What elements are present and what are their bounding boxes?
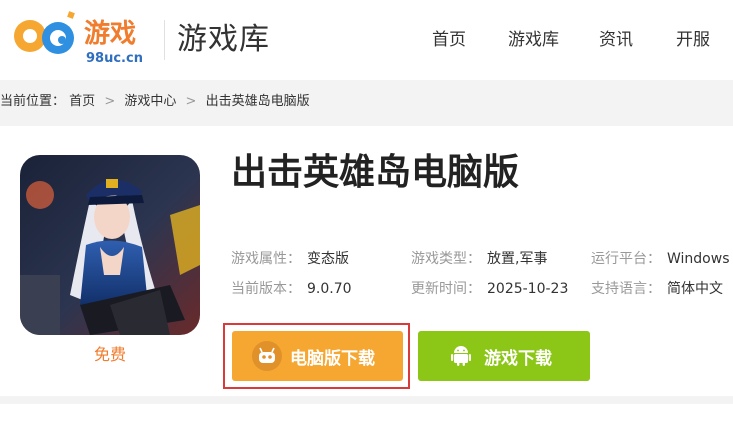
logo-text: 游戏 (84, 19, 136, 49)
info-attribute-label: 游戏属性： (231, 251, 301, 267)
info-update-value: 2025-10-23 (487, 281, 569, 297)
breadcrumb-game-center[interactable]: 游戏中心 (124, 92, 176, 112)
info-language-label: 支持语言： (591, 281, 661, 297)
info-platform: 运行平台： Windows (591, 249, 730, 269)
robot-icon (252, 341, 282, 371)
breadcrumb: 当前位置： 首页 > 游戏中心 > 出击英雄岛电脑版 (0, 92, 310, 112)
info-platform-label: 运行平台： (591, 251, 661, 267)
info-attribute-value: 变态版 (307, 251, 349, 267)
logo-divider (164, 20, 165, 60)
nav-server-open[interactable]: 开服 (676, 28, 710, 52)
pc-download-label: 电脑版下载 (290, 348, 375, 369)
game-download-button[interactable]: 游戏下载 (418, 331, 590, 381)
info-version: 当前版本： 9.0.70 (231, 279, 352, 299)
game-download-label: 游戏下载 (484, 348, 552, 369)
game-icon (20, 155, 200, 335)
breadcrumb-label: 当前位置： (0, 94, 66, 109)
info-language: 支持语言： 简体中文 (591, 279, 723, 299)
game-title: 出击英雄岛电脑版 (231, 152, 520, 193)
breadcrumb-separator: > (104, 94, 116, 109)
breadcrumb-current[interactable]: 出击英雄岛电脑版 (206, 92, 310, 112)
info-type: 游戏类型： 放置,军事 (411, 249, 547, 269)
nav-game-library[interactable]: 游戏库 (508, 28, 559, 52)
info-version-label: 当前版本： (231, 281, 301, 297)
info-type-value: 放置,军事 (487, 251, 548, 267)
logo-domain: 98uc.cn (86, 51, 143, 66)
info-type-label: 游戏类型： (411, 251, 481, 267)
next-section (0, 404, 733, 441)
android-icon (446, 341, 476, 371)
section-title: 游戏库 (177, 22, 270, 57)
info-attribute: 游戏属性： 变态版 (231, 249, 349, 269)
info-version-value: 9.0.70 (307, 281, 352, 297)
info-platform-value: Windows (667, 251, 730, 267)
info-language-value: 简体中文 (667, 281, 723, 297)
site-logo[interactable]: 游戏 98uc.cn (10, 6, 160, 70)
info-update-time: 更新时间： 2025-10-23 (411, 279, 568, 299)
breadcrumb-separator: > (185, 94, 197, 109)
info-update-label: 更新时间： (411, 281, 481, 297)
pc-download-button[interactable]: 电脑版下载 (232, 331, 403, 381)
nav-home[interactable]: 首页 (432, 28, 466, 52)
site-header: 游戏 98uc.cn 游戏库 首页 游戏库 资讯 开服 (0, 0, 733, 80)
breadcrumb-home[interactable]: 首页 (69, 92, 95, 112)
price-free-label: 免费 (93, 345, 126, 364)
nav-news[interactable]: 资讯 (599, 28, 633, 52)
